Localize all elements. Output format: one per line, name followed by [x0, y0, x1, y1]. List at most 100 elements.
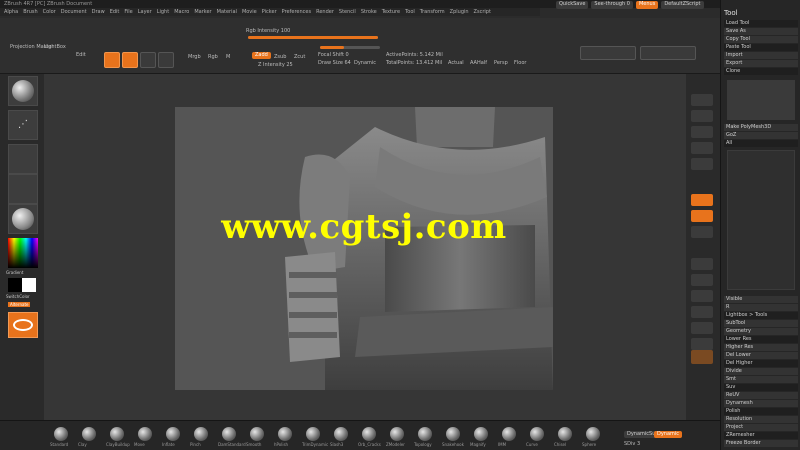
menu-bar[interactable]: Alpha Brush Color Document Draw Edit File Layer… — [0, 8, 540, 16]
persp-icon[interactable] — [691, 194, 713, 206]
lightbox-button[interactable]: LightBox — [44, 44, 66, 50]
persp-button[interactable]: Persp — [494, 60, 508, 66]
default-zscript-button[interactable]: DefaultZScript — [661, 1, 704, 9]
color-picker[interactable] — [8, 238, 38, 268]
floor-icon[interactable] — [691, 210, 713, 222]
material-thumbnail[interactable] — [8, 204, 38, 234]
brush-icon[interactable] — [306, 427, 320, 441]
brush-icon[interactable] — [82, 427, 96, 441]
menu-item-movie[interactable]: Movie — [242, 9, 257, 15]
secondary-color-swatch[interactable] — [22, 278, 36, 292]
menu-item-color[interactable]: Color — [43, 9, 56, 15]
tool-panel-item[interactable]: Polish — [724, 408, 798, 415]
menu-item-layer[interactable]: Layer — [138, 9, 152, 15]
subtool-options[interactable] — [580, 46, 636, 60]
alpha-thumbnail[interactable] — [8, 144, 38, 174]
tool-panel-item[interactable]: ReUV — [724, 392, 798, 399]
menu-item-document[interactable]: Document — [61, 9, 87, 15]
actual-button[interactable]: Actual — [448, 60, 464, 66]
brush-icon[interactable] — [586, 427, 600, 441]
switch-color-button[interactable]: SwitchColor — [6, 294, 30, 299]
tool-panel-item[interactable]: Clone — [724, 68, 798, 75]
alternate-button[interactable]: Alternate — [8, 302, 31, 307]
tool-panel-item[interactable]: All — [724, 140, 798, 147]
tool-panel-item[interactable]: Del Higher — [724, 360, 798, 367]
tool-panel-item[interactable]: Suv — [724, 384, 798, 391]
menu-item-stroke[interactable]: Stroke — [361, 9, 377, 15]
menu-item-picker[interactable]: Picker — [262, 9, 277, 15]
gizmo-icon[interactable] — [8, 312, 38, 338]
texture-thumbnail[interactable] — [8, 174, 38, 204]
menu-item-texture[interactable]: Texture — [382, 9, 400, 15]
menu-item-edit[interactable]: Edit — [110, 9, 120, 15]
tool-panel-item[interactable]: Lightbox > Tools — [724, 312, 798, 319]
brush-icon[interactable] — [54, 427, 68, 441]
menu-item-tool[interactable]: Tool — [405, 9, 415, 15]
menu-item-marker[interactable]: Marker — [194, 9, 211, 15]
tool-panel-item[interactable]: R — [724, 304, 798, 311]
brush-icon[interactable] — [138, 427, 152, 441]
zoom-icon[interactable] — [691, 142, 713, 154]
brush-icon[interactable] — [222, 427, 236, 441]
menu-item-draw[interactable]: Draw — [92, 9, 105, 15]
menu-item-zplugin[interactable]: Zplugin — [450, 9, 469, 15]
move-mode-icon[interactable] — [122, 52, 138, 68]
rotate-view-icon[interactable] — [691, 306, 713, 318]
floor-button[interactable]: Floor — [514, 60, 526, 66]
polyf-icon[interactable] — [691, 322, 713, 334]
tool-panel-item[interactable]: Copy Tool — [724, 36, 798, 43]
tool-panel-item[interactable]: Smt — [724, 376, 798, 383]
tool-panel-item[interactable]: Geometry — [724, 328, 798, 335]
menu-item-macro[interactable]: Macro — [174, 9, 189, 15]
menu-item-file[interactable]: File — [124, 9, 132, 15]
tool-panel-item[interactable]: Freeze Border — [724, 440, 798, 447]
brush-icon[interactable] — [446, 427, 460, 441]
brush-icon[interactable] — [558, 427, 572, 441]
brush-icon[interactable] — [418, 427, 432, 441]
zadd-button[interactable]: Zadd — [252, 52, 271, 59]
draw-mode-icon[interactable] — [104, 52, 120, 68]
tool-panel-item[interactable]: SubTool — [724, 320, 798, 327]
menu-item-light[interactable]: Light — [157, 9, 169, 15]
quicksave-button[interactable]: QuickSave — [556, 1, 589, 9]
tool-panel-item[interactable]: Paste Tool — [724, 44, 798, 51]
rgb-button[interactable]: Rgb — [208, 54, 218, 60]
menus-button[interactable]: Menus — [635, 1, 659, 9]
local-icon[interactable] — [691, 226, 713, 238]
draw-size-slider[interactable]: Draw Size 64 — [318, 60, 351, 66]
scroll-icon[interactable] — [691, 126, 713, 138]
tool-panel-item[interactable]: Import — [724, 52, 798, 59]
brush-icon[interactable] — [278, 427, 292, 441]
menu-item-brush[interactable]: Brush — [23, 9, 37, 15]
tool-panel-item[interactable]: Divide — [724, 368, 798, 375]
tool-panel-item[interactable]: Load Tool — [724, 20, 798, 27]
stroke-thumbnail[interactable]: ⋰ — [8, 110, 38, 140]
menu-item-material[interactable]: Material — [217, 9, 237, 15]
tool-panel-item[interactable]: Export — [724, 60, 798, 67]
brush-icon[interactable] — [110, 427, 124, 441]
tool-panel-item[interactable]: Make PolyMesh3D — [724, 124, 798, 131]
rgb-intensity-track[interactable] — [248, 36, 378, 39]
menu-item-alpha[interactable]: Alpha — [4, 9, 18, 15]
tool-panel-item[interactable]: GoZ — [724, 132, 798, 139]
brush-icon[interactable] — [390, 427, 404, 441]
main-color-swatch[interactable] — [8, 278, 22, 292]
draw-options[interactable] — [640, 46, 696, 60]
zcut-button[interactable]: Zcut — [294, 54, 305, 60]
focal-shift-slider[interactable]: Focal Shift 0 — [318, 52, 349, 58]
tool-panel-item[interactable]: Higher Res — [724, 344, 798, 351]
frame-icon[interactable] — [691, 258, 713, 270]
z-intensity-track[interactable] — [320, 46, 380, 49]
document-canvas[interactable]: www.cgtsj.com — [175, 107, 553, 390]
tool-panel-item[interactable]: Save As — [724, 28, 798, 35]
m-button[interactable]: M — [226, 54, 230, 60]
brush-icon[interactable] — [194, 427, 208, 441]
dynamic-button[interactable]: Dynamic — [654, 431, 683, 438]
scale-view-icon[interactable] — [691, 290, 713, 302]
actual-size-icon[interactable] — [691, 158, 713, 170]
solo-icon[interactable] — [691, 350, 713, 364]
brush-icon[interactable] — [334, 427, 348, 441]
z-intensity-slider[interactable]: Z Intensity 25 — [258, 62, 293, 68]
menu-item-render[interactable]: Render — [316, 9, 334, 15]
brush-icon[interactable] — [250, 427, 264, 441]
